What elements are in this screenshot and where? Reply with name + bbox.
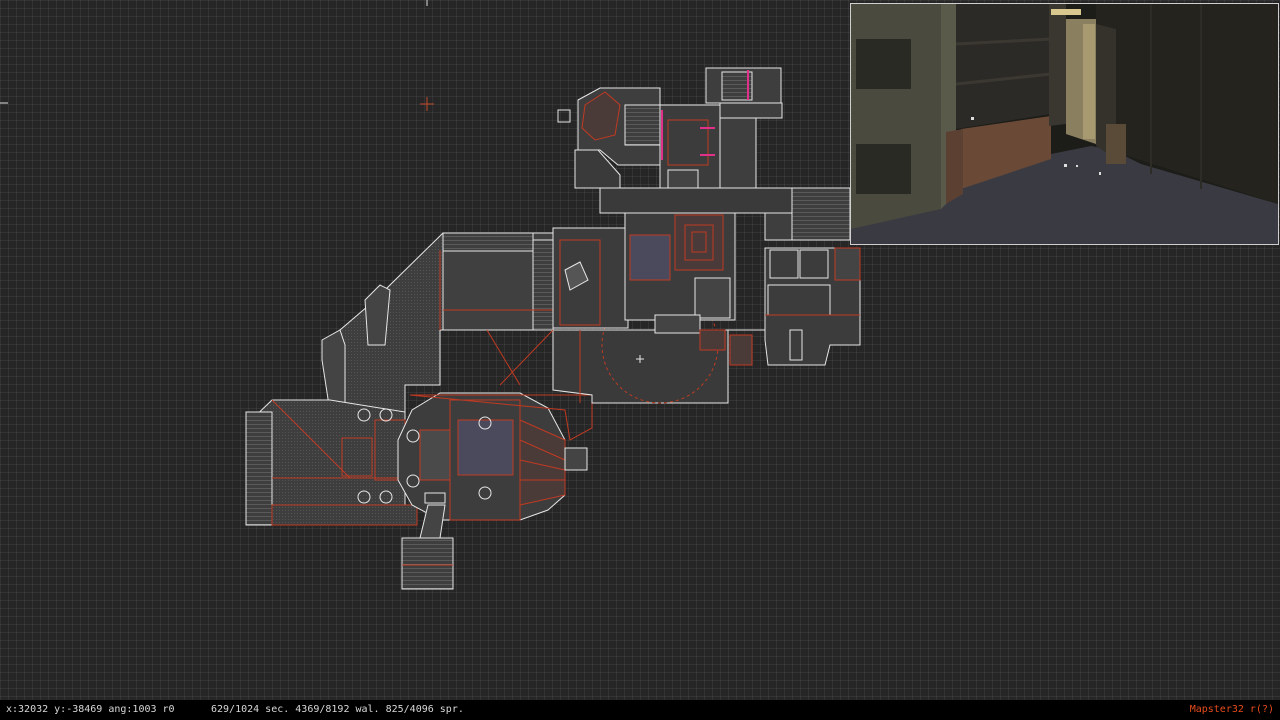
3d-preview-window[interactable]	[850, 3, 1279, 245]
cursor-coordinates: x:32032 y:-38469 ang:1003 r0	[6, 704, 175, 715]
map-object-counts: 629/1024 sec. 4369/8192 wal. 825/4096 sp…	[211, 704, 464, 715]
map-sector-octagon-hall[interactable]	[397, 392, 593, 521]
3d-view-render	[851, 4, 1278, 244]
map-sector-north[interactable]	[557, 67, 783, 189]
status-bar: x:32032 y:-38469 ang:1003 r0 629/1024 se…	[0, 700, 1280, 720]
mapster-editor: x:32032 y:-38469 ang:1003 r0 629/1024 se…	[0, 0, 1280, 720]
crosshair-icon	[420, 97, 434, 111]
map-sector-southwest[interactable]	[245, 399, 418, 526]
editor-version-label: Mapster32 r(?)	[1189, 704, 1274, 715]
map-sector-west[interactable]	[321, 232, 554, 413]
